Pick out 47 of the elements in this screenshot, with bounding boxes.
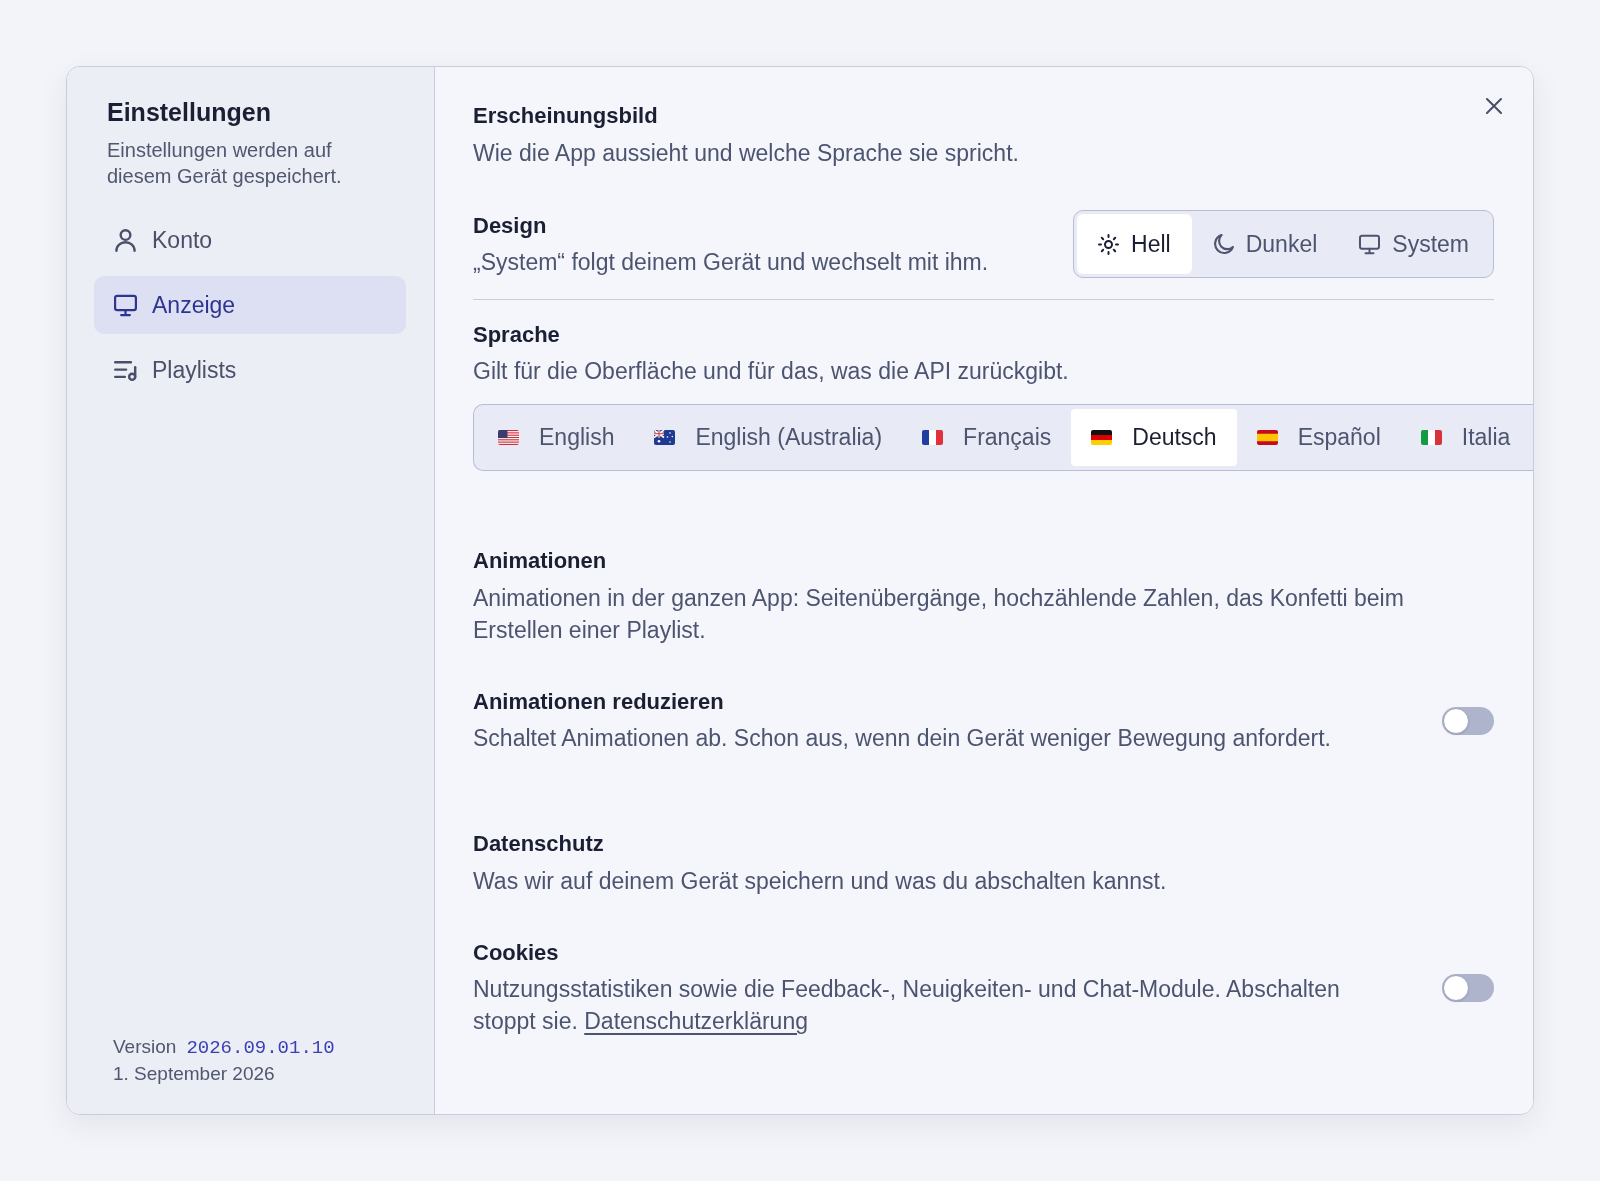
setting-description: Schaltet Animationen ab. Schon aus, wenn dein Gerät weniger Bewegung anfordert. [473, 724, 1332, 753]
setting-label: Animationen reduzieren [473, 688, 725, 716]
australia-flag-icon [654, 430, 676, 445]
spain-flag-icon [1256, 430, 1278, 445]
setting-label: Sprache [473, 321, 561, 349]
theme-option[interactable]: System [1338, 214, 1490, 274]
setting-label: Cookies [473, 939, 560, 967]
sidebar-subtitle: Einstellungen werden auf diesem Gerät gespeichert. [107, 138, 343, 189]
monitor-icon [1359, 233, 1381, 255]
language-tab[interactable]: Français [902, 409, 1072, 466]
toggle-switch[interactable] [1442, 973, 1494, 1002]
section-title: Erscheinungsbild [473, 102, 659, 130]
privacy-policy-link[interactable]: Datenschutzerklärung [584, 1008, 808, 1034]
germany-flag-icon [1091, 430, 1113, 445]
release-date: 1. September 2026 [113, 1063, 275, 1084]
moon-icon [1212, 233, 1234, 255]
language-tab[interactable]: Español [1236, 409, 1401, 466]
setting-description: Nutzungsstatistiken sowie die Feedback-, Neuigkeiten- und Chat-Module. Abschalten stoppt sie. Datenschutzerklärung [473, 975, 1341, 1036]
section-description: Animationen in der ganzen App: Seitenübergänge, hochzählende Zahlen, das Konfetti beim Erstellen einer Playlist. [473, 584, 1405, 645]
section-description: Wie die App aussieht und welche Sprache sie spricht. [473, 139, 1020, 168]
section-title: Datenschutz [473, 830, 605, 858]
person-icon [114, 228, 137, 252]
setting-label: Design [473, 211, 548, 240]
playlist-icon [114, 358, 137, 382]
language-tab[interactable]: English [478, 409, 635, 466]
us-flag-icon [498, 430, 519, 445]
language-tab[interactable]: Deutsch [1071, 409, 1237, 466]
language-tab[interactable]: English (Australia) [634, 409, 903, 466]
close-icon [1486, 98, 1502, 114]
sidebar-title: Einstellungen [107, 97, 272, 128]
sun-icon [1098, 233, 1120, 255]
nav-item[interactable]: Anzeige [94, 276, 406, 334]
theme-option[interactable]: Dunkel [1191, 214, 1339, 274]
france-flag-icon [922, 430, 944, 445]
italy-flag-icon [1420, 430, 1442, 445]
theme-option[interactable]: Hell [1077, 214, 1192, 274]
toggle-switch[interactable] [1442, 706, 1494, 735]
section-description: Was wir auf deinem Gerät speichern und was du abschalten kannst. [473, 867, 1168, 896]
setting-description: Gilt für die Oberfläche und für das, was die API zurückgibt. [473, 357, 1070, 386]
monitor-icon [114, 293, 137, 317]
nav-item[interactable]: Konto [94, 211, 406, 269]
language-tab[interactable]: Italia [1400, 409, 1531, 466]
nav-item[interactable]: Playlists [94, 341, 406, 399]
setting-description: „System“ folgt deinem Gerät und wechselt mit ihm. [473, 247, 990, 277]
version-label: Version [113, 1036, 177, 1057]
section-title: Animationen [473, 547, 608, 575]
version-number: 2026.09.01.10 [186, 1037, 335, 1059]
